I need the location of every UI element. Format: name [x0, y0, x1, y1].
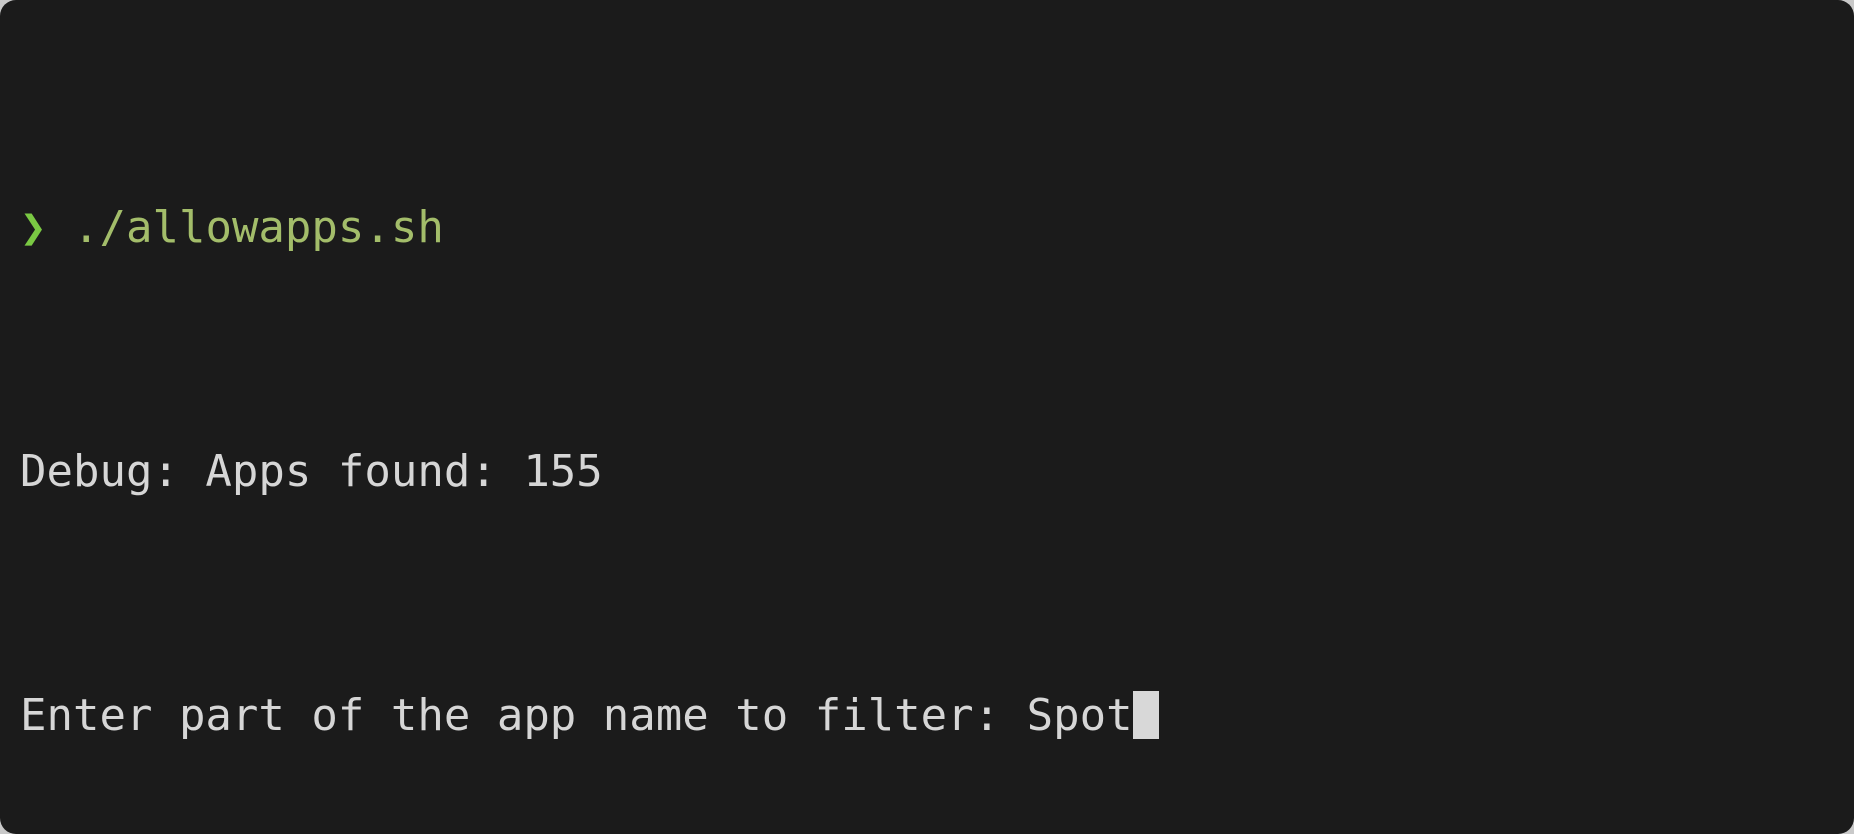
- filter-input-value[interactable]: Spot: [1027, 690, 1133, 741]
- terminal-line-filter-prompt[interactable]: Enter part of the app name to filter: Sp…: [20, 685, 1836, 746]
- text-cursor: [1132, 691, 1159, 739]
- prompt-gap: [47, 202, 74, 253]
- debug-apps-found-text: Debug: Apps found: 155: [20, 446, 603, 497]
- terminal-line-command: ❯ ./allowapps.sh: [20, 197, 1836, 258]
- filter-prompt-label: Enter part of the app name to filter:: [20, 690, 1027, 741]
- terminal-window[interactable]: ❯ ./allowapps.sh Debug: Apps found: 155 …: [0, 0, 1854, 834]
- terminal-line-debug-output: Debug: Apps found: 155: [20, 441, 1836, 502]
- terminal-screen[interactable]: ❯ ./allowapps.sh Debug: Apps found: 155 …: [0, 0, 1854, 834]
- command-text: ./allowapps.sh: [73, 202, 444, 253]
- prompt-chevron-icon: ❯: [20, 202, 47, 253]
